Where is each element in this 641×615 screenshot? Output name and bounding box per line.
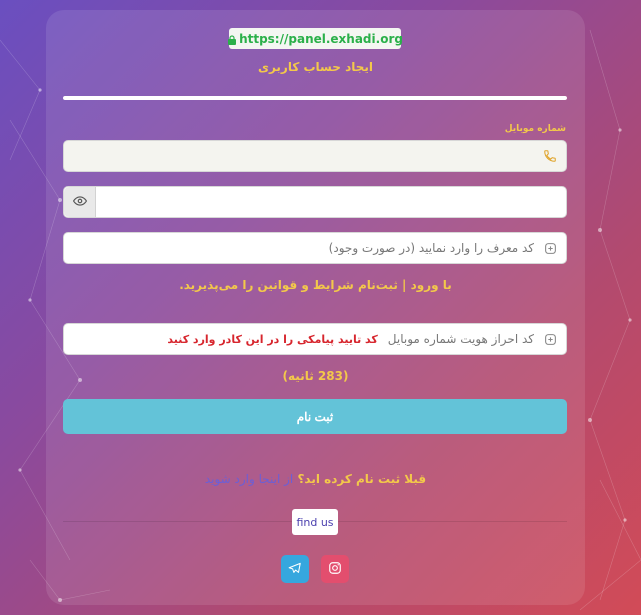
instagram-button[interactable] [321,555,349,583]
progress-bar [63,96,567,100]
referral-input[interactable]: کد معرف را وارد نمایید (در صورت وجود) [63,232,567,264]
phone-input[interactable] [63,140,567,172]
phone-label: شماره موبایل [504,124,566,134]
find-us-label: find us [292,509,338,535]
resend-timer: (283 ثانیه) [282,369,349,383]
login-prompt: قبلا ثبت نام کرده اید؟ از اینجا وارد شوی… [46,472,585,486]
toggle-password-button[interactable] [64,187,96,217]
telegram-icon [288,560,302,579]
eye-icon [72,193,87,212]
phone-icon [542,148,558,164]
verification-warning: کد تایید پیامکی را در این کادر وارد کنید [167,332,378,346]
signup-submit-button[interactable]: ثبت نام [63,399,567,434]
ticket-icon [542,240,558,256]
instagram-icon [328,560,342,579]
login-link[interactable]: از اینجا وارد شوید [205,472,293,486]
telegram-button[interactable] [281,555,309,583]
verification-placeholder: کد احراز هویت شماره موبایل [387,332,534,346]
login-question: قبلا ثبت نام کرده اید؟ [297,472,427,486]
terms-text: با ورود | ثبت‌نام شرایط و قوانین را می‌پ… [179,278,452,292]
lock-icon [227,34,237,45]
ticket-icon [542,331,558,347]
url-badge: https://panel.exhadi.org [227,28,403,49]
verification-code-input[interactable]: کد احراز هویت شماره موبایل کد تایید پیام… [63,323,567,355]
progress-fill [63,96,567,100]
password-input[interactable] [63,186,567,218]
form-title: ایجاد حساب کاربری [257,60,374,74]
url-text: https://panel.exhadi.org [239,31,403,46]
referral-placeholder: کد معرف را وارد نمایید (در صورت وجود) [328,241,534,255]
